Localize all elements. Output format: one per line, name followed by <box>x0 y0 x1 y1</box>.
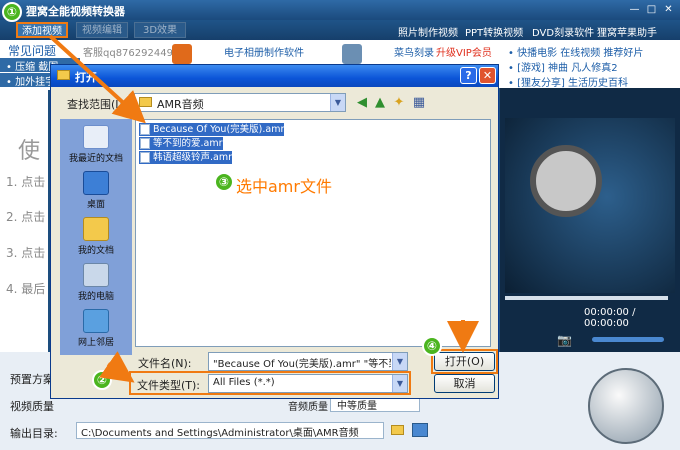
annotation-arrows <box>48 34 479 383</box>
arrow-to-file-list <box>48 34 146 124</box>
arrow-to-filetype <box>99 351 135 383</box>
